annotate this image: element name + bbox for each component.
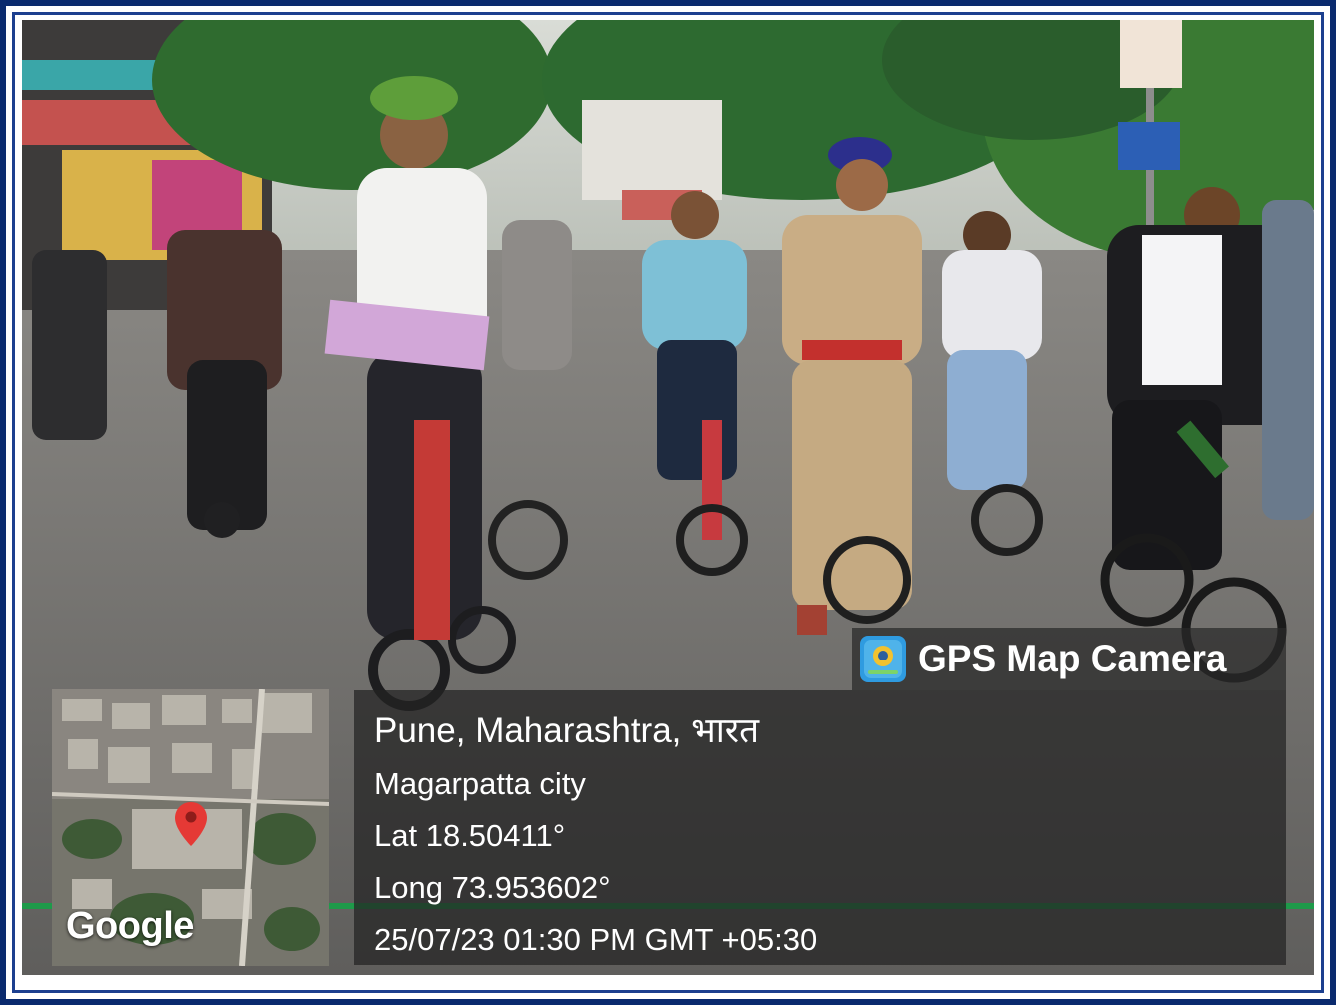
location-text: Pune, Maharashtra, भारत	[374, 711, 760, 750]
gps-camera-icon	[860, 636, 906, 682]
google-logo: Google	[66, 905, 194, 947]
app-badge-title: GPS Map Camera	[918, 638, 1227, 679]
longitude-text: Long 73.953602°	[374, 870, 611, 905]
location-info-panel: Pune, Maharashtra, भारत Magarpatta city …	[354, 690, 1286, 965]
latitude-text: Lat 18.50411°	[374, 818, 566, 853]
area-text: Magarpatta city	[374, 766, 586, 801]
datetime-text: 25/07/23 01:30 PM GMT +05:30	[374, 922, 818, 957]
gps-map-camera-badge: GPS Map Camera	[852, 628, 1286, 690]
map-thumbnail: Google	[52, 689, 329, 966]
map-pin-icon	[175, 802, 207, 846]
